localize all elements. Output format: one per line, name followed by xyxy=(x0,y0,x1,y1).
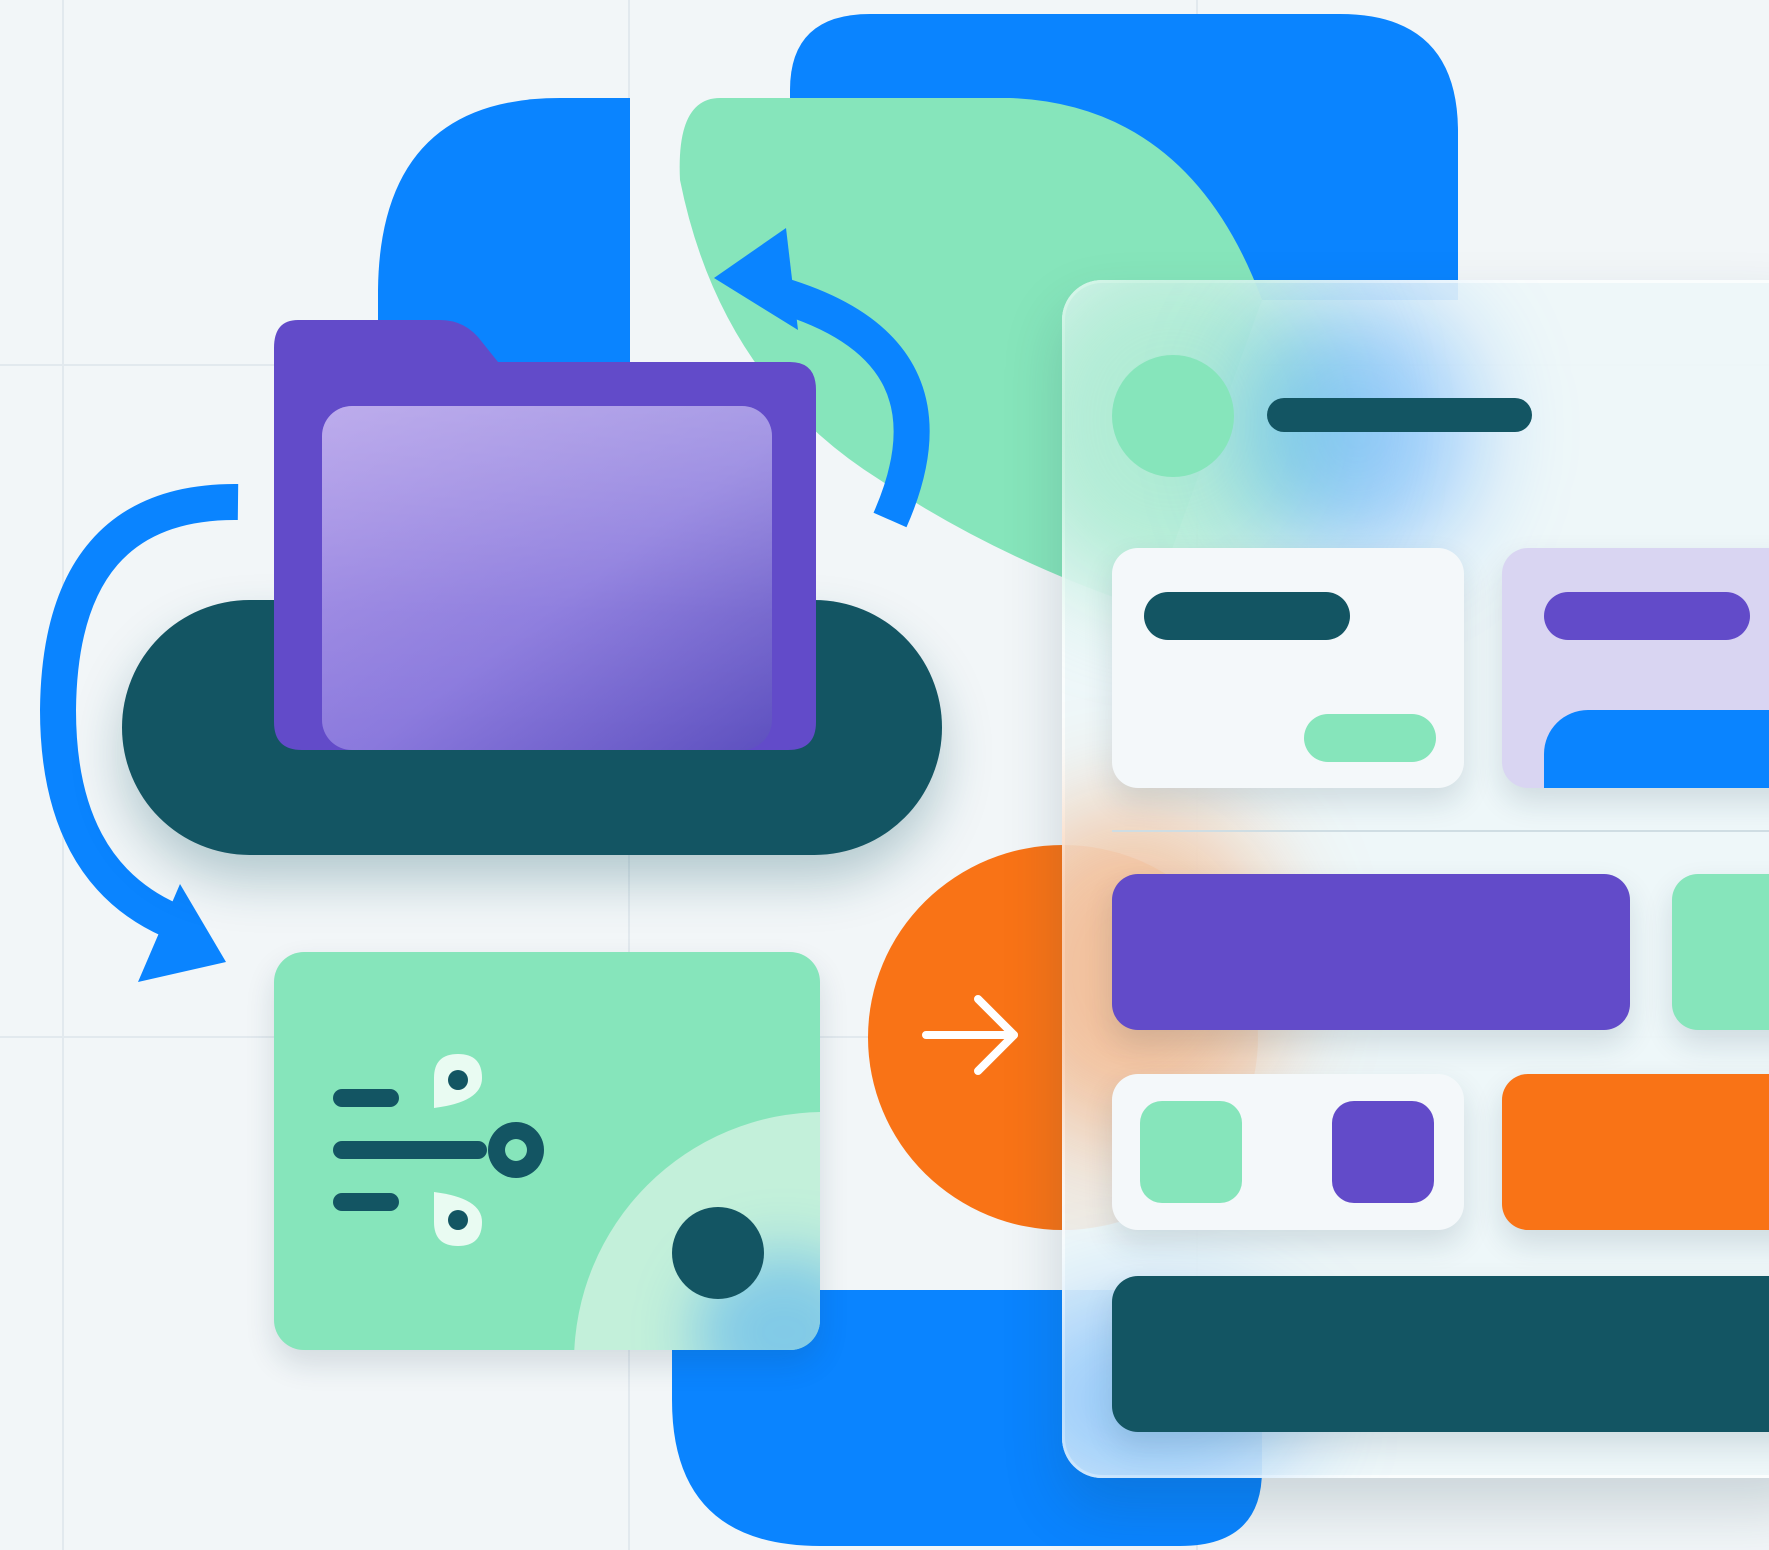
chart-card[interactable] xyxy=(1502,548,1769,788)
swatch-card xyxy=(1112,1074,1464,1230)
chart-card-title-bar xyxy=(1544,592,1750,640)
swatch-mint[interactable] xyxy=(1140,1101,1242,1203)
illustration-scene xyxy=(0,0,1769,1550)
header-title-bar xyxy=(1267,398,1532,432)
avatar xyxy=(1112,355,1234,477)
node-dot xyxy=(672,1207,764,1299)
chart-card-bar xyxy=(1544,710,1769,788)
summary-card[interactable] xyxy=(1112,548,1464,788)
summary-card-title-bar xyxy=(1144,592,1350,640)
secondary-action-bar[interactable] xyxy=(1672,874,1769,1030)
swatch-purple[interactable] xyxy=(1332,1101,1434,1203)
flow-card xyxy=(274,952,820,1350)
folder-icon xyxy=(274,320,816,750)
primary-action-bar[interactable] xyxy=(1112,874,1630,1030)
summary-card-tag xyxy=(1304,714,1436,762)
orange-action-bar[interactable] xyxy=(1502,1074,1769,1230)
arrow-right-icon xyxy=(922,995,1018,1075)
dashboard-panel xyxy=(1062,280,1769,1478)
flow-network-icon xyxy=(333,1054,544,1246)
divider xyxy=(1112,830,1769,832)
footer-bar[interactable] xyxy=(1112,1276,1769,1432)
